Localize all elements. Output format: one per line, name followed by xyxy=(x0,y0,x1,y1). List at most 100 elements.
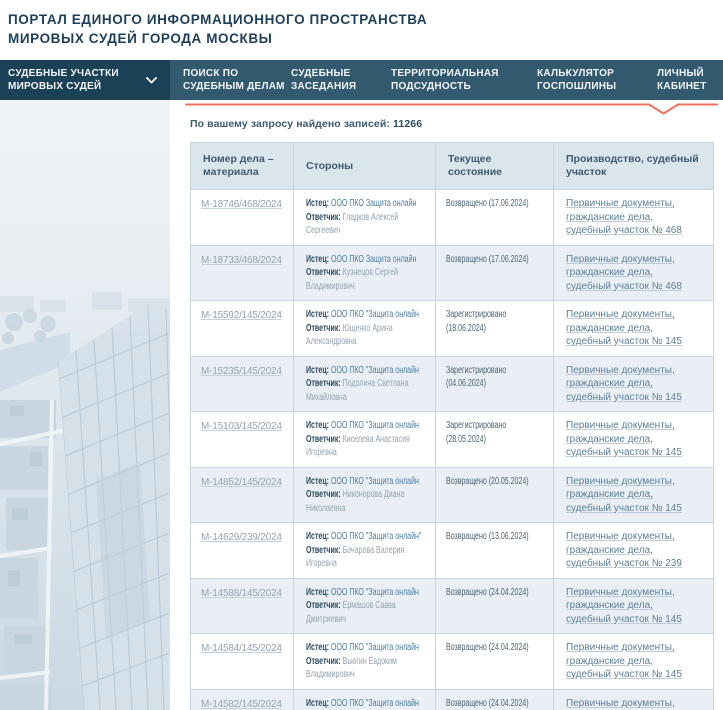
plaintiff-label: Истец: xyxy=(306,309,329,320)
status-text: Возвращено (24.04.2024) xyxy=(446,642,529,653)
case-number-link[interactable]: М-14629/239/2024 xyxy=(201,532,282,543)
proceedings-link[interactable]: Первичные документы, гражданские дела, с… xyxy=(566,254,682,292)
defendant-label: Ответчик: xyxy=(306,600,341,611)
case-number-link[interactable]: М-15235/145/2024 xyxy=(201,366,282,377)
plaintiff-label: Истец: xyxy=(306,698,329,709)
results-table: Номер дела – материала Стороны Текущее с… xyxy=(190,142,714,710)
main-nav: СУДЕБНЫЕ УЧАСТКИ МИРОВЫХ СУДЕЙ ПОИСК ПО … xyxy=(0,60,723,100)
status-text: Возвращено (17.06.2024) xyxy=(446,198,529,209)
nav-item-personal-account[interactable]: ЛИЧНЫЙ КАБИНЕТ xyxy=(657,60,706,100)
defendant-label: Ответчик: xyxy=(306,489,341,500)
status-cell: Зарегистрировано (04.06.2024) xyxy=(436,356,554,412)
proceedings-link[interactable]: Первичные документы, гражданские дела, с… xyxy=(566,531,682,569)
case-number-cell: М-15103/145/2024 xyxy=(191,412,294,468)
proceedings-link[interactable]: Первичные документы, гражданские дела, с… xyxy=(566,698,682,710)
plaintiff-link[interactable]: ООО ПКО "Защита онлайн" xyxy=(331,531,421,542)
nav-label: ТЕРРИТОРИАЛЬНАЯ xyxy=(391,67,499,80)
case-number-cell: М-14629/239/2024 xyxy=(191,523,294,579)
nav-label: ЗАСЕДАНИЯ xyxy=(291,80,356,93)
proceedings-link[interactable]: Первичные документы, гражданские дела, с… xyxy=(566,420,682,458)
case-number-cell: М-14584/145/2024 xyxy=(191,634,294,690)
parties-cell: Истец: ООО ПКО Защита онлайн Ответчик: К… xyxy=(294,245,436,301)
chevron-down-icon xyxy=(146,77,157,84)
table-row: М-14584/145/2024 Истец: ООО ПКО "Защита … xyxy=(191,634,714,690)
plaintiff-label: Истец: xyxy=(306,198,329,209)
plaintiff-link[interactable]: ООО ПКО "Защита онлайн xyxy=(331,642,419,653)
proceedings-link[interactable]: Первичные документы, гражданские дела, с… xyxy=(566,198,682,236)
status-cell: Возвращено (17.06.2024) xyxy=(436,190,554,246)
proceedings-cell: Первичные документы, гражданские дела, с… xyxy=(554,245,714,301)
proceedings-link[interactable]: Первичные документы, гражданские дела, с… xyxy=(566,309,682,347)
plaintiff-label: Истец: xyxy=(306,365,329,376)
proceedings-link[interactable]: Первичные документы, гражданские дела, с… xyxy=(566,642,682,680)
plaintiff-link[interactable]: ООО ПКО "Защита онлайн xyxy=(331,476,419,487)
proceedings-link[interactable]: Первичные документы, гражданские дела, с… xyxy=(566,365,682,403)
case-number-link[interactable]: М-15592/145/2024 xyxy=(201,310,282,321)
defendant-label: Ответчик: xyxy=(306,656,341,667)
plaintiff-link[interactable]: ООО ПКО Защита онлайн xyxy=(331,198,416,209)
nav-item-fee-calculator[interactable]: КАЛЬКУЛЯТОР ГОСПОШЛИНЫ xyxy=(537,60,616,100)
proceedings-link[interactable]: Первичные документы, гражданские дела, с… xyxy=(566,476,682,514)
status-text: Зарегистрировано (04.06.2024) xyxy=(446,365,506,390)
nav-item-case-search[interactable]: ПОИСК ПО СУДЕБНЫМ ДЕЛАМ xyxy=(183,60,285,100)
case-number-link[interactable]: М-14582/145/2024 xyxy=(201,699,282,710)
status-cell: Возвращено (17.06.2024) xyxy=(436,245,554,301)
plaintiff-label: Истец: xyxy=(306,476,329,487)
status-cell: Возвращено (24.04.2024) xyxy=(436,578,554,634)
table-row: М-15235/145/2024 Истец: ООО ПКО "Защита … xyxy=(191,356,714,412)
plaintiff-link[interactable]: ООО ПКО Защита онлайн xyxy=(331,254,416,265)
proceedings-cell: Первичные документы, гражданские дела, с… xyxy=(554,190,714,246)
table-row: М-14629/239/2024 Истец: ООО ПКО "Защита … xyxy=(191,523,714,579)
nav-label: КАЛЬКУЛЯТОР xyxy=(537,67,616,80)
case-number-link[interactable]: М-18746/468/2024 xyxy=(201,199,282,210)
parties-cell: Истец: ООО ПКО "Защита онлайн Ответчик: … xyxy=(294,689,436,710)
proceedings-link[interactable]: Первичные документы, гражданские дела, с… xyxy=(566,587,682,625)
nav-label: СУДЕБНЫЕ УЧАСТКИ xyxy=(8,67,119,80)
status-text: Зарегистрировано (18.06.2024) xyxy=(446,309,506,334)
case-number-cell: М-14582/145/2024 xyxy=(191,689,294,710)
case-number-link[interactable]: М-14584/145/2024 xyxy=(201,643,282,654)
site-title-line2: МИРОВЫХ СУДЕЙ ГОРОДА МОСКВЫ xyxy=(8,31,273,46)
case-number-cell: М-15235/145/2024 xyxy=(191,356,294,412)
case-number-cell: М-14852/145/2024 xyxy=(191,467,294,523)
status-text: Возвращено (20.05.2024) xyxy=(446,476,529,487)
plaintiff-link[interactable]: ООО ПКО "Защита онлайн xyxy=(331,309,419,320)
proceedings-cell: Первичные документы, гражданские дела, с… xyxy=(554,523,714,579)
case-number-link[interactable]: М-14588/145/2024 xyxy=(201,588,282,599)
case-number-link[interactable]: М-18733/468/2024 xyxy=(201,255,282,266)
nav-item-court-sessions[interactable]: СУДЕБНЫЕ ЗАСЕДАНИЯ xyxy=(291,60,356,100)
nav-item-territorial-jurisdiction[interactable]: ТЕРРИТОРИАЛЬНАЯ ПОДСУДНОСТЬ xyxy=(391,60,499,100)
plaintiff-link[interactable]: ООО ПКО "Защита онлайн xyxy=(331,698,419,709)
status-text: Возвращено (17.06.2024) xyxy=(446,254,529,265)
result-count-value: 11266 xyxy=(393,118,422,130)
proceedings-cell: Первичные документы, гражданские дела, с… xyxy=(554,689,714,710)
status-cell: Возвращено (13.06.2024) xyxy=(436,523,554,579)
nav-label: ПОДСУДНОСТЬ xyxy=(391,80,499,93)
case-number-cell: М-14588/145/2024 xyxy=(191,578,294,634)
site-title-line1: ПОРТАЛ ЕДИНОГО ИНФОРМАЦИОННОГО ПРОСТРАНС… xyxy=(8,12,427,27)
nav-label: ПОИСК ПО xyxy=(183,67,285,80)
plaintiff-label: Истец: xyxy=(306,531,329,542)
status-text: Возвращено (24.04.2024) xyxy=(446,587,529,598)
site-header: ПОРТАЛ ЕДИНОГО ИНФОРМАЦИОННОГО ПРОСТРАНС… xyxy=(0,0,723,60)
nav-label: СУДЕБНЫМ ДЕЛАМ xyxy=(183,80,285,93)
parties-cell: Истец: ООО ПКО "Защита онлайн Ответчик: … xyxy=(294,578,436,634)
plaintiff-label: Истец: xyxy=(306,420,329,431)
case-number-link[interactable]: М-14852/145/2024 xyxy=(201,477,282,488)
column-header-status: Текущее состояние xyxy=(436,143,554,190)
case-number-link[interactable]: М-15103/145/2024 xyxy=(201,421,282,432)
parties-cell: Истец: ООО ПКО "Защита онлайн" Ответчик:… xyxy=(294,523,436,579)
plaintiff-link[interactable]: ООО ПКО "Защита онлайн xyxy=(331,420,419,431)
nav-item-court-districts[interactable]: СУДЕБНЫЕ УЧАСТКИ МИРОВЫХ СУДЕЙ xyxy=(0,60,170,100)
results-table-body: М-18746/468/2024 Истец: ООО ПКО Защита о… xyxy=(191,190,714,710)
parties-cell: Истец: ООО ПКО "Защита онлайн Ответчик: … xyxy=(294,301,436,357)
plaintiff-label: Истец: xyxy=(306,254,329,265)
plaintiff-link[interactable]: ООО ПКО "Защита онлайн xyxy=(331,365,419,376)
plaintiff-link[interactable]: ООО ПКО "Защита онлайн xyxy=(331,587,419,598)
proceedings-cell: Первичные документы, гражданские дела, с… xyxy=(554,578,714,634)
sidebar xyxy=(0,100,170,710)
nav-label: ГОСПОШЛИНЫ xyxy=(537,80,616,93)
parties-cell: Истец: ООО ПКО "Защита онлайн Ответчик: … xyxy=(294,356,436,412)
defendant-label: Ответчик: xyxy=(306,212,341,223)
table-row: М-14582/145/2024 Истец: ООО ПКО "Защита … xyxy=(191,689,714,710)
